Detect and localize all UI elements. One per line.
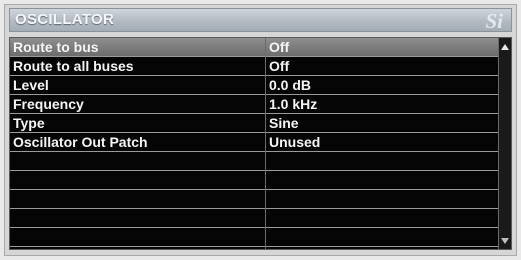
scrollbar[interactable]: [498, 38, 511, 249]
empty-row: [10, 171, 500, 190]
param-label: Route to all buses: [13, 58, 134, 74]
column-divider: [265, 38, 266, 249]
param-row-1[interactable]: Route to all buses Off: [10, 57, 500, 76]
param-label: Level: [13, 77, 49, 93]
empty-row: [10, 228, 500, 247]
oscillator-window: OSCILLATOR Si Route to bus Off Route to …: [4, 4, 517, 256]
param-value[interactable]: 0.0 dB: [269, 77, 311, 93]
empty-row: [10, 209, 500, 228]
param-label: Frequency: [13, 96, 84, 112]
param-value[interactable]: Sine: [269, 115, 299, 131]
param-row-2[interactable]: Level 0.0 dB: [10, 76, 500, 95]
window-title: OSCILLATOR: [15, 11, 115, 28]
param-value[interactable]: 1.0 kHz: [269, 96, 317, 112]
arrow-up-icon[interactable]: [501, 44, 509, 50]
param-value[interactable]: Off: [269, 39, 289, 55]
parameter-rows: Route to bus Off Route to all buses Off …: [10, 38, 500, 247]
empty-row: [10, 152, 500, 171]
param-label: Route to bus: [13, 39, 99, 55]
param-label: Type: [13, 115, 45, 131]
param-value[interactable]: Unused: [269, 134, 320, 150]
param-label: Oscillator Out Patch: [13, 134, 148, 150]
empty-row: [10, 190, 500, 209]
param-row-0[interactable]: Route to bus Off: [10, 38, 500, 57]
param-value[interactable]: Off: [269, 58, 289, 74]
param-row-4[interactable]: Type Sine: [10, 114, 500, 133]
arrow-down-icon[interactable]: [501, 238, 509, 244]
parameter-list: Route to bus Off Route to all buses Off …: [9, 37, 512, 250]
brand-logo: Si: [485, 9, 503, 33]
param-row-3[interactable]: Frequency 1.0 kHz: [10, 95, 500, 114]
title-bar: OSCILLATOR Si: [9, 8, 512, 33]
param-row-5[interactable]: Oscillator Out Patch Unused: [10, 133, 500, 152]
